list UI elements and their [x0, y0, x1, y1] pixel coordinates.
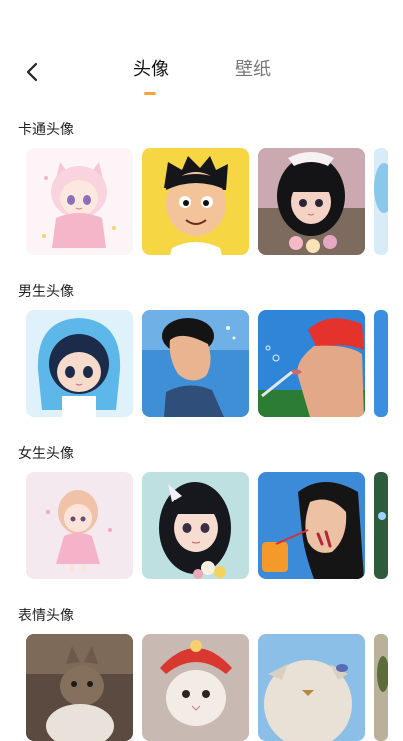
avatar-tile-boy-sky-portrait[interactable] — [142, 310, 249, 417]
tab-bar: 头像 壁纸 — [0, 56, 403, 96]
section-title-boys: 男生头像 — [18, 284, 74, 300]
avatar-tile-fluffy-chicken[interactable] — [258, 634, 365, 741]
avatar-tile-cat-headdress[interactable] — [142, 634, 249, 741]
avatar-row-boys — [26, 310, 403, 417]
section-title-girls: 女生头像 — [18, 446, 74, 462]
tab-avatar[interactable]: 头像 — [133, 56, 169, 84]
avatar-tile-partial[interactable] — [374, 310, 388, 417]
avatar-tile-anime-girl-flowers[interactable] — [142, 472, 249, 579]
section-title-cartoon: 卡通头像 — [18, 122, 74, 138]
section-title-meme: 表情头像 — [18, 608, 74, 624]
avatar-tile-partial[interactable] — [374, 634, 388, 741]
avatar-tile-partial[interactable] — [374, 148, 388, 255]
avatar-tile-chibi-girl-pink[interactable] — [26, 472, 133, 579]
avatar-tile-anime-girl-bow[interactable] — [258, 148, 365, 255]
avatar-tile-boy-red-hair[interactable] — [258, 310, 365, 417]
avatar-tile-partial[interactable] — [374, 472, 388, 579]
avatar-tile-cat-meme[interactable] — [26, 634, 133, 741]
avatar-tile-chibi-boy-hoodie[interactable] — [26, 310, 133, 417]
avatar-tile-anime-pink-girl[interactable] — [26, 148, 133, 255]
avatar-row-cartoon — [26, 148, 403, 255]
avatar-tile-girl-drink[interactable] — [258, 472, 365, 579]
avatar-row-meme — [26, 634, 403, 741]
tab-active-indicator — [144, 92, 156, 95]
tab-wallpaper[interactable]: 壁纸 — [235, 56, 271, 84]
top-bar: 头像 壁纸 — [0, 0, 403, 100]
avatar-tile-cartoon-boy[interactable] — [142, 148, 249, 255]
avatar-row-girls — [26, 472, 403, 579]
